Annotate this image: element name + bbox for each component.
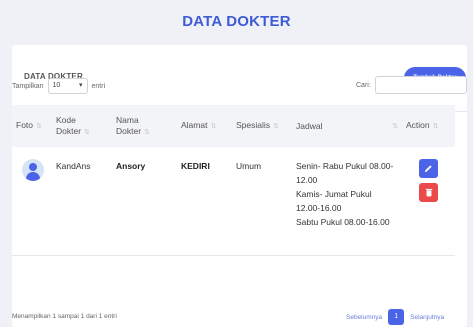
entries-length-control: Tampilkan 10 ▾ entri bbox=[12, 77, 105, 95]
header-foto[interactable]: Foto ⇅ bbox=[12, 105, 52, 147]
prev-page-button[interactable]: Sebelumnya bbox=[340, 314, 388, 321]
jadwal-line: Kamis- Jumat Pukul 12.00-16.00 bbox=[296, 189, 372, 213]
cell-foto bbox=[12, 147, 52, 255]
table-row: KandAns Ansory KEDIRI Umum Senin- Rabu P… bbox=[12, 147, 455, 255]
cell-alamat: KEDIRI bbox=[181, 161, 210, 171]
cell-kode: KandAns bbox=[56, 161, 91, 171]
sort-icon: ⇅ bbox=[392, 122, 398, 130]
entries-select[interactable]: 10 ▾ bbox=[47, 78, 88, 94]
sort-icon: ⇅ bbox=[273, 123, 279, 130]
doctor-table: Foto ⇅ Kode Dokter ⇅ Nama Dokter ⇅ Alamat ⇅ … bbox=[12, 105, 455, 256]
chevron-down-icon: ▾ bbox=[79, 82, 83, 89]
next-page-button[interactable]: Selanjutnya bbox=[404, 314, 450, 321]
delete-button[interactable] bbox=[419, 183, 438, 202]
trash-icon bbox=[425, 188, 432, 197]
header-nama-dokter[interactable]: Nama Dokter ⇅ bbox=[112, 105, 177, 147]
show-label: Tampilkan bbox=[12, 82, 44, 90]
cell-nama: Ansory bbox=[116, 161, 146, 171]
cell-jadwal: Senin- Rabu Pukul 08.00-12.00 Kamis- Jum… bbox=[292, 147, 402, 255]
search-label: Cari: bbox=[356, 81, 371, 89]
sort-icon: ⇅ bbox=[36, 123, 42, 130]
edit-button[interactable] bbox=[419, 159, 438, 178]
page-1-button[interactable]: 1 bbox=[388, 309, 405, 325]
header-alamat[interactable]: Alamat ⇅ bbox=[177, 105, 232, 147]
header-kode-dokter[interactable]: Kode Dokter ⇅ bbox=[52, 105, 112, 147]
table-header-row: Foto ⇅ Kode Dokter ⇅ Nama Dokter ⇅ Alamat ⇅ … bbox=[12, 105, 455, 147]
pagination: Sebelumnya 1 Selanjutnya bbox=[340, 308, 450, 326]
cell-action bbox=[402, 147, 455, 255]
pencil-icon bbox=[424, 165, 432, 173]
table-info: Menampilkan 1 sampai 1 dari 1 entri bbox=[12, 313, 117, 320]
entries-label: entri bbox=[91, 82, 106, 90]
entries-select-value: 10 bbox=[52, 82, 61, 89]
cell-spesialis: Umum bbox=[236, 161, 262, 171]
sort-icon: ⇅ bbox=[144, 128, 150, 136]
header-action[interactable]: Action ⇅ bbox=[402, 105, 455, 147]
sort-icon: ⇅ bbox=[84, 128, 90, 136]
sort-icon: ⇅ bbox=[210, 123, 217, 130]
jadwal-line: Sabtu Pukul 08.00-16.00 bbox=[296, 217, 390, 227]
avatar bbox=[22, 159, 44, 181]
jadwal-line: Senin- Rabu Pukul 08.00-12.00 bbox=[296, 161, 394, 185]
page-title: DATA DOKTER bbox=[182, 13, 291, 30]
search-input[interactable] bbox=[374, 76, 467, 94]
header-spesialis[interactable]: Spesialis ⇅ bbox=[232, 105, 292, 147]
header-jadwal[interactable]: Jadwal ⇅ bbox=[292, 105, 402, 147]
search-control: Cari: bbox=[356, 75, 467, 95]
sort-icon: ⇅ bbox=[432, 123, 439, 130]
